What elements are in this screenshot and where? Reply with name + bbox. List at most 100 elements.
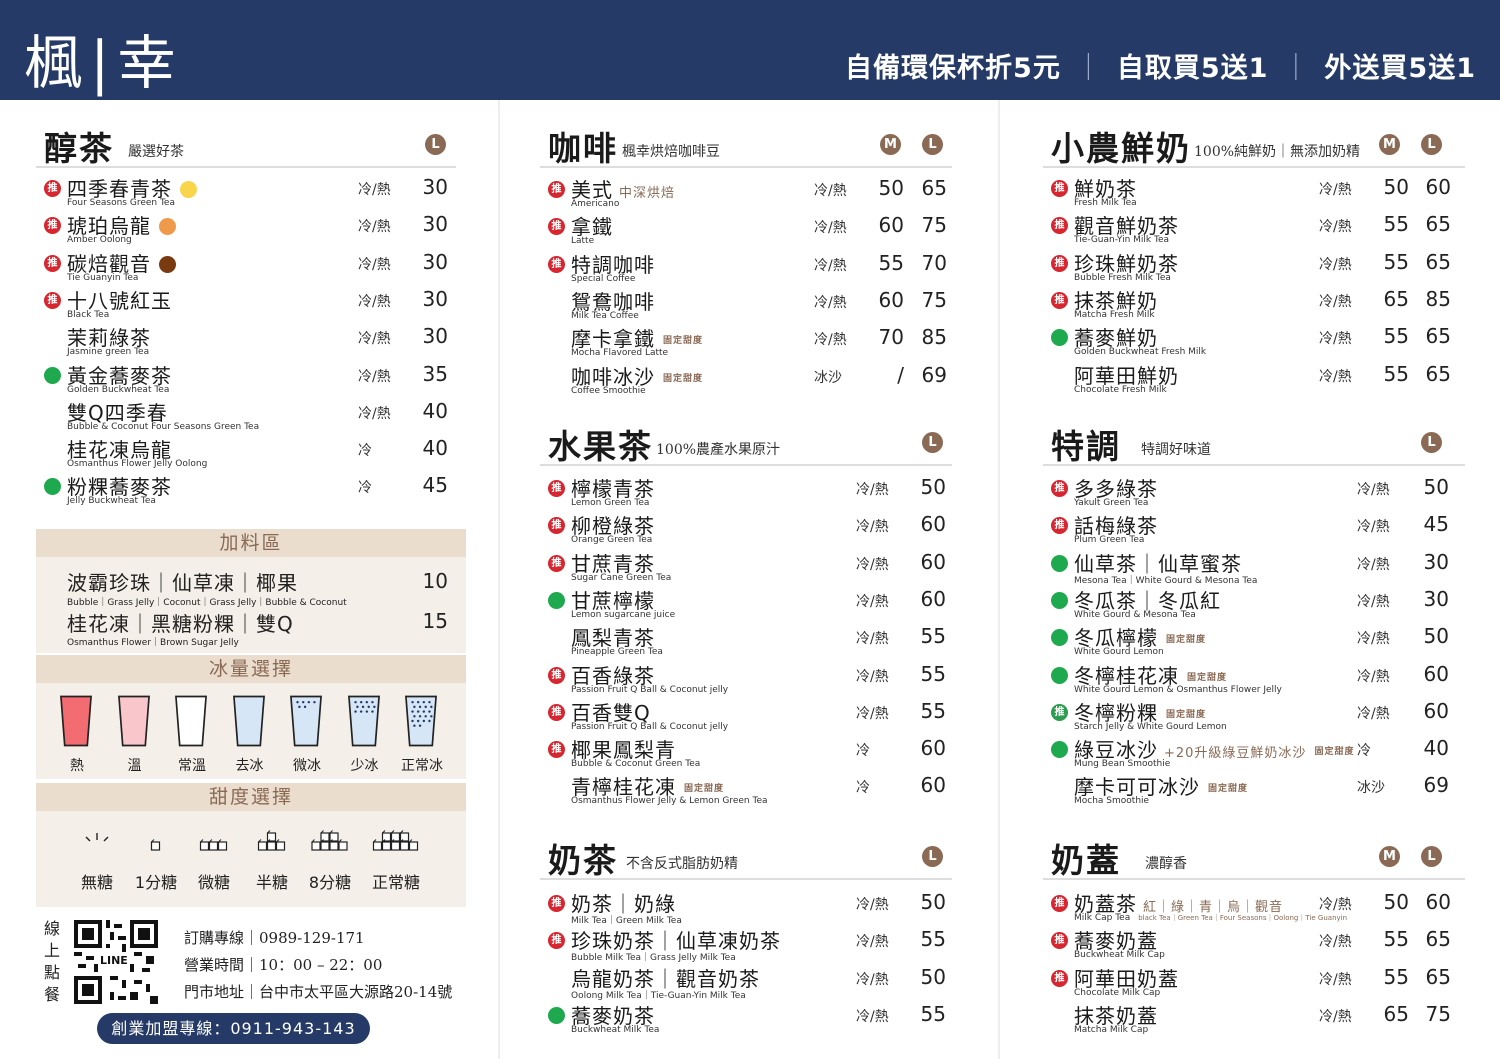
menu-item[interactable]: 冬檸桂花凍 固定甜度 White Gourd Lemon & Osmanthus F…: [1043, 661, 1465, 698]
green-dot-icon: [1051, 554, 1068, 572]
menu-item[interactable]: 抹茶奶蓋 Matcha Milk Cap 冷/熱 65 75: [1043, 1001, 1465, 1038]
ice-level-label[interactable]: 熱: [47, 755, 107, 775]
item-english-name: Pineapple Green Tea: [571, 647, 663, 657]
menu-item[interactable]: 冬瓜茶｜冬瓜紅 White Gourd & Mesona Tea 冷/熱 30: [1043, 586, 1465, 623]
menu-item[interactable]: 摩卡拿鐵 固定甜度 Mocha Flavored Latte 冷/熱 70 85: [540, 324, 952, 361]
item-english-text: Passion Fruit Q Ball & Coconut jelly: [571, 721, 729, 732]
item-english-name: Yakult Green Tea: [1074, 498, 1148, 508]
menu-item[interactable]: 推拿鐵 Latte 冷/熱 60 75: [540, 212, 952, 249]
ice-level-label[interactable]: 正常冰: [392, 755, 452, 775]
recommend-badge: 推: [1051, 703, 1068, 721]
sweetness-level-label[interactable]: 8分糖: [295, 869, 365, 893]
fixed-sweetness-tag: 固定甜度: [1208, 784, 1249, 795]
recommend-badge: 推: [548, 666, 565, 684]
sweetness-level-label[interactable]: 正常糖: [361, 869, 431, 893]
ice-level-label[interactable]: 常溫: [162, 755, 222, 775]
menu-item[interactable]: 咖啡冰沙 固定甜度 Coffee Smoothie 冰沙/69: [540, 362, 952, 399]
item-temperature: 冷/熱: [358, 182, 391, 198]
item-english-text: Tie Guanyin Tea: [67, 272, 139, 283]
menu-item[interactable]: 蕎麥鮮奶 Golden Buckwheat Fresh Milk 冷/熱 55 65: [1043, 323, 1465, 360]
item-price: 55: [920, 661, 946, 686]
menu-item[interactable]: 推四季春青茶 Four Seasons Green Tea 冷/熱 30: [36, 174, 456, 211]
menu-item[interactable]: 推觀音鮮奶茶 Tie-Guan-Yin Milk Tea 冷/熱 55 65: [1043, 211, 1465, 248]
menu-item[interactable]: 冬瓜檸檬 固定甜度 White Gourd Lemon 冷/熱 50: [1043, 623, 1465, 660]
item-temperature: 冷/熱: [814, 257, 847, 274]
menu-item[interactable]: 桂花凍烏龍 Osmanthus Flower Jelly Oolong 冷 40: [36, 435, 456, 472]
menu-item[interactable]: 青檸桂花凍 固定甜度 Osmanthus Flower Jelly & Lemon …: [540, 772, 952, 809]
ice-level-label[interactable]: 溫: [105, 755, 165, 775]
item-english-name: White Gourd Lemon: [1074, 647, 1164, 657]
item-english-text: Plum Green Tea: [1074, 535, 1145, 546]
menu-item[interactable]: 粉粿蕎麥茶 Jelly Buckwheat Tea 冷 45: [36, 472, 456, 509]
menu-item[interactable]: 甘蔗檸檬 Lemon sugarcane juice 冷/熱 60: [540, 586, 952, 623]
franchise-hotline[interactable]: 創業加盟專線：0911-943-143: [97, 1013, 370, 1044]
item-temperature: 冷/熱: [856, 934, 889, 951]
menu-item[interactable]: 雙Q四季春 Bubble & Coconut Four Seasons Green…: [36, 398, 456, 435]
item-price: 70: [878, 325, 904, 350]
menu-item[interactable]: 推珍珠奶茶｜仙草凍奶茶 Bubble Milk Tea｜Grass Jelly M…: [540, 926, 952, 963]
item-english-name: Jasmine green Tea: [67, 347, 149, 357]
item-english-name: Buckwheat Milk Tea: [571, 1025, 659, 1035]
recommend-badge: 推: [1051, 180, 1068, 197]
menu-item[interactable]: 推多多綠茶 Yakult Green Tea 冷/熱 50: [1043, 474, 1465, 511]
menu-item[interactable]: 推蕎麥奶蓋 Buckwheat Milk Cap 冷/熱 55 65: [1043, 926, 1465, 963]
item-temperature: 冷: [856, 780, 870, 797]
item-english-name: Lemon Green Tea: [571, 498, 649, 508]
item-temperature: 冷/熱: [814, 220, 847, 237]
menu-item[interactable]: 推柳橙綠茶 Orange Green Tea 冷/熱 60: [540, 511, 952, 548]
menu-item[interactable]: 蕎麥奶茶 Buckwheat Milk Tea 冷/熱 55: [540, 1001, 952, 1038]
ice-level-label[interactable]: 微冰: [277, 755, 337, 775]
menu-item[interactable]: 推冬檸粉粿 固定甜度 Starch Jelly & White Gourd Lemo…: [1043, 698, 1465, 735]
menu-item[interactable]: 推鮮奶茶 Fresh Milk Tea 冷/熱 50 60: [1043, 174, 1465, 211]
sugar-cube-icon: [85, 833, 109, 842]
menu-item[interactable]: 推抹茶鮮奶 Matcha Fresh Milk 冷/熱 65 85: [1043, 286, 1465, 323]
menu-item[interactable]: 推阿華田奶蓋 Chocolate Milk Cap 冷/熱 55 65: [1043, 964, 1465, 1001]
menu-item[interactable]: 黃金蕎麥茶 Golden Buckwheat Tea 冷/熱 35: [36, 361, 456, 398]
store-address: 門市地址｜台中市太平區大源路20-14號: [184, 983, 453, 1001]
section-title: 小農鮮奶: [1051, 129, 1191, 168]
sugar-cube-icon: [372, 830, 419, 851]
menu-item[interactable]: 推百香雙Q Passion Fruit Q Ball & Coconut jell…: [540, 698, 952, 735]
menu-item[interactable]: 推甘蔗青茶 Sugar Cane Green Tea 冷/熱 60: [540, 549, 952, 586]
section-header: 奶茶 不含反式脂肪奶精 L: [540, 830, 952, 880]
menu-item[interactable]: 鴛鴦咖啡 Milk Tea Coffee 冷/熱 60 75: [540, 287, 952, 324]
item-price: 50: [1383, 175, 1409, 199]
menu-item[interactable]: 推椰果鳳梨青 Bubble & Coconut Green Tea 冷 60: [540, 735, 952, 772]
topping-row-price: 10: [422, 569, 448, 593]
menu-item[interactable]: 茉莉綠茶 Jasmine green Tea 冷/熱 30: [36, 323, 456, 360]
recommend-badge: 推: [1051, 932, 1068, 950]
recommend-badge: 推: [548, 255, 565, 273]
recommend-badge: 推: [1051, 217, 1068, 235]
menu-item[interactable]: 推碳焙觀音 Tie Guanyin Tea 冷/熱 30: [36, 249, 456, 286]
item-english-name: Chocolate Fresh Milk: [1074, 385, 1167, 395]
menu-item[interactable]: 推話梅綠茶 Plum Green Tea 冷/熱 45: [1043, 511, 1465, 548]
brand-logo: 楓|幸: [24, 29, 184, 97]
item-temperature: 冷/熱: [814, 294, 847, 311]
menu-item[interactable]: 推十八號紅玉 Black Tea 冷/熱 30: [36, 286, 456, 323]
item-english-name: Mocha Flavored Latte: [571, 348, 668, 358]
item-price: 60: [920, 549, 946, 574]
item-temperature: 冷/熱: [358, 293, 391, 310]
recommend-badge: 推: [548, 895, 565, 912]
menu-item[interactable]: 推特調咖啡 Special Coffee 冷/熱 55 70: [540, 250, 952, 287]
item-english-name: Passion Fruit Q Ball & Coconut jelly: [571, 722, 728, 732]
menu-item[interactable]: 鳳梨青茶 Pineapple Green Tea 冷/熱 55: [540, 623, 952, 660]
menu-item[interactable]: 摩卡可可冰沙 固定甜度 Mocha Smoothie 冰沙 69: [1043, 772, 1465, 809]
menu-item[interactable]: 仙草茶｜仙草蜜茶 Mesona Tea｜White Gourd & Mesona …: [1043, 549, 1465, 586]
menu-item[interactable]: 烏龍奶茶｜觀音奶茶 Oolong Milk Tea｜Tie-Guan-Yin Mi…: [540, 964, 952, 1001]
menu-item[interactable]: 推奶蓋茶 紅｜綠｜青｜烏｜觀音 Milk Cap Tea black Tea｜Gree…: [1043, 889, 1465, 926]
menu-item[interactable]: 推百香綠茶 Passion Fruit Q Ball & Coconut jell…: [540, 661, 952, 698]
menu-item[interactable]: 推美式 中深烘焙 Americano 冷/熱 50 65: [540, 175, 952, 212]
menu-item[interactable]: 推珍珠鮮奶茶 Bubble Fresh Milk Tea 冷/熱 55 65: [1043, 249, 1465, 286]
ice-level-label[interactable]: 少冰: [335, 755, 395, 775]
section-header: 奶蓋 濃醇香 M L: [1043, 830, 1465, 880]
menu-item[interactable]: 推奶茶｜奶綠 Milk Tea｜Green Milk Tea 冷/熱 50: [540, 889, 952, 926]
recommend-badge: 推: [548, 932, 565, 950]
ice-cup-icon: [347, 695, 380, 747]
menu-item[interactable]: 阿華田鮮奶 Chocolate Fresh Milk 冷/熱 55 65: [1043, 361, 1465, 398]
item-english-text: Fresh Milk Tea: [1074, 198, 1137, 208]
ice-level-label[interactable]: 去冰: [220, 755, 280, 775]
menu-item[interactable]: 推檸檬青茶 Lemon Green Tea 冷/熱 50: [540, 474, 952, 511]
menu-item[interactable]: 綠豆冰沙 +20升級綠豆鮮奶冰沙 固定甜度 Mung Bean Smoothie 冷 40: [1043, 735, 1465, 772]
menu-item[interactable]: 推琥珀烏龍 Amber Oolong 冷/熱 30: [36, 211, 456, 248]
